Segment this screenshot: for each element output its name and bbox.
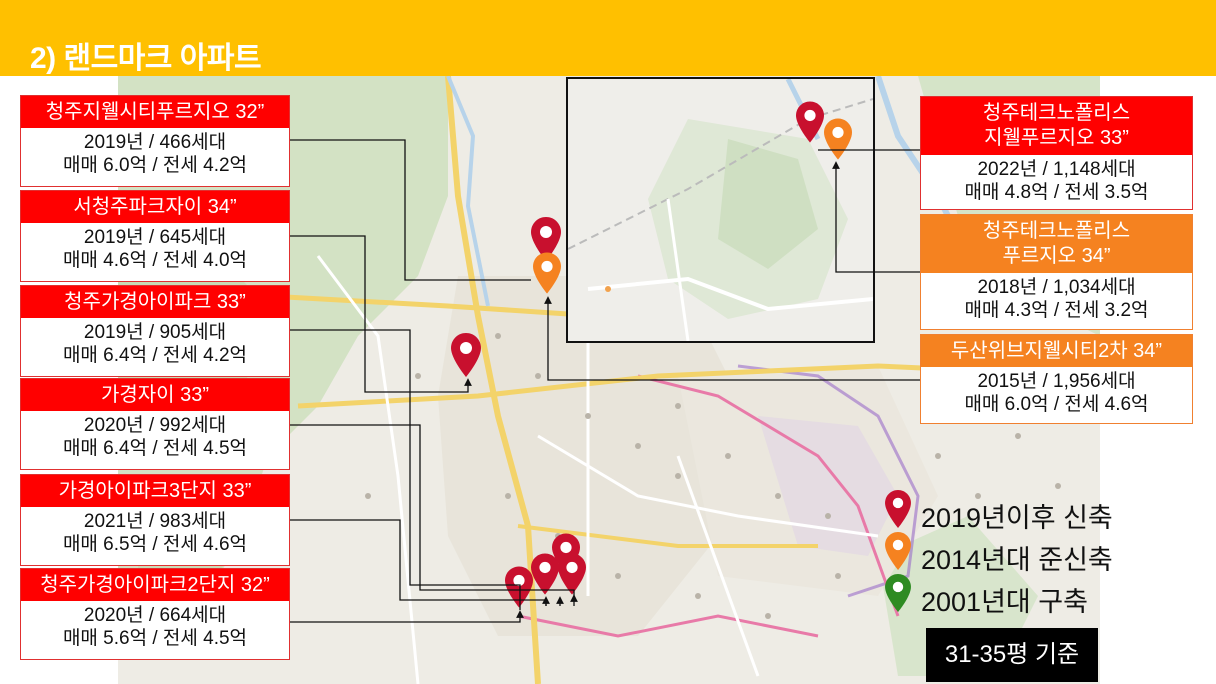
apartment-year-units: 2018년 / 1,034세대: [977, 277, 1136, 298]
apartment-name: 청주테크노폴리스 지웰푸르지오 33”: [921, 97, 1192, 155]
apartment-name: 청주지웰시티푸르지오 32”: [21, 96, 289, 128]
apartment-name-line1: 청주테크노폴리스: [982, 102, 1131, 124]
apartment-name: 가경자이 33”: [21, 379, 289, 411]
apartment-year-units: 2022년 / 1,148세대: [977, 159, 1136, 180]
map-pin-icon: [885, 532, 911, 570]
apartment-card-3: 청주가경아이파크 33” 2019년 / 905세대 매매 6.4억 / 전세 …: [20, 285, 290, 377]
legend-label: 2019년이후 신축: [921, 503, 1113, 533]
apartment-price: 매매 6.4억 / 전세 4.2억: [62, 345, 248, 366]
apartment-price: 매매 4.6억 / 전세 4.0억: [62, 250, 248, 271]
apartment-card-9: 두산위브지웰시티2차 34” 2015년 / 1,956세대 매매 6.0억 /…: [920, 334, 1193, 424]
legend-item-old: 2001년대 구축: [885, 574, 1145, 617]
legend-item-semi-new: 2014년대 준신축: [885, 532, 1145, 575]
apartment-name: 두산위브지웰시티2차 34”: [921, 335, 1192, 367]
apartment-price: 매매 6.5억 / 전세 4.6억: [62, 534, 248, 555]
legend-label: 2001년대 구축: [921, 587, 1088, 617]
apartment-name-line2: 지웰푸르지오 33”: [984, 127, 1129, 149]
apartment-card-1: 청주지웰시티푸르지오 32” 2019년 / 466세대 매매 6.0억 / 전…: [20, 95, 290, 187]
apartment-name: 서청주파크자이 34”: [21, 191, 289, 223]
apartment-price: 매매 4.3억 / 전세 3.2억: [964, 300, 1149, 321]
map-pin-icon: [885, 574, 911, 612]
apartment-price: 매매 6.4억 / 전세 4.5억: [62, 438, 248, 459]
apartment-card-8: 청주테크노폴리스 푸르지오 34” 2018년 / 1,034세대 매매 4.3…: [920, 214, 1193, 330]
apartment-card-5: 가경아이파크3단지 33” 2021년 / 983세대 매매 6.5억 / 전세…: [20, 474, 290, 566]
apartment-price: 매매 4.8억 / 전세 3.5억: [964, 182, 1149, 203]
apartment-name: 청주가경아이파크 33”: [21, 286, 289, 318]
apartment-year-units: 2019년 / 466세대: [83, 132, 227, 153]
apartment-name: 가경아이파크3단지 33”: [21, 475, 289, 507]
legend-label: 2014년대 준신축: [921, 545, 1113, 575]
apartment-name-line2: 푸르지오 34”: [1002, 245, 1111, 267]
apartment-card-4: 가경자이 33” 2020년 / 992세대 매매 6.4억 / 전세 4.5억: [20, 378, 290, 470]
apartment-price: 매매 5.6억 / 전세 4.5억: [62, 628, 248, 649]
apartment-year-units: 2019년 / 645세대: [83, 227, 227, 248]
apartment-year-units: 2021년 / 983세대: [83, 511, 227, 532]
apartment-year-units: 2020년 / 664세대: [83, 605, 227, 626]
size-basis-badge: 31-35평 기준: [926, 628, 1098, 682]
legend-item-new: 2019년이후 신축: [885, 490, 1145, 533]
apartment-name-line1: 청주테크노폴리스: [982, 220, 1131, 242]
apartment-name: 청주가경아이파크2단지 32”: [21, 569, 289, 601]
apartment-year-units: 2015년 / 1,956세대: [977, 371, 1136, 392]
apartment-card-6: 청주가경아이파크2단지 32” 2020년 / 664세대 매매 5.6억 / …: [20, 568, 290, 660]
map-pin-icon: [885, 490, 911, 528]
apartment-price: 매매 6.0억 / 전세 4.2억: [62, 155, 248, 176]
apartment-name: 청주테크노폴리스 푸르지오 34”: [921, 215, 1192, 273]
apartment-card-7: 청주테크노폴리스 지웰푸르지오 33” 2022년 / 1,148세대 매매 4…: [920, 96, 1193, 210]
apartment-card-2: 서청주파크자이 34” 2019년 / 645세대 매매 4.6억 / 전세 4…: [20, 190, 290, 282]
apartment-year-units: 2019년 / 905세대: [83, 322, 227, 343]
apartment-year-units: 2020년 / 992세대: [83, 415, 227, 436]
apartment-price: 매매 6.0억 / 전세 4.6억: [964, 394, 1149, 415]
